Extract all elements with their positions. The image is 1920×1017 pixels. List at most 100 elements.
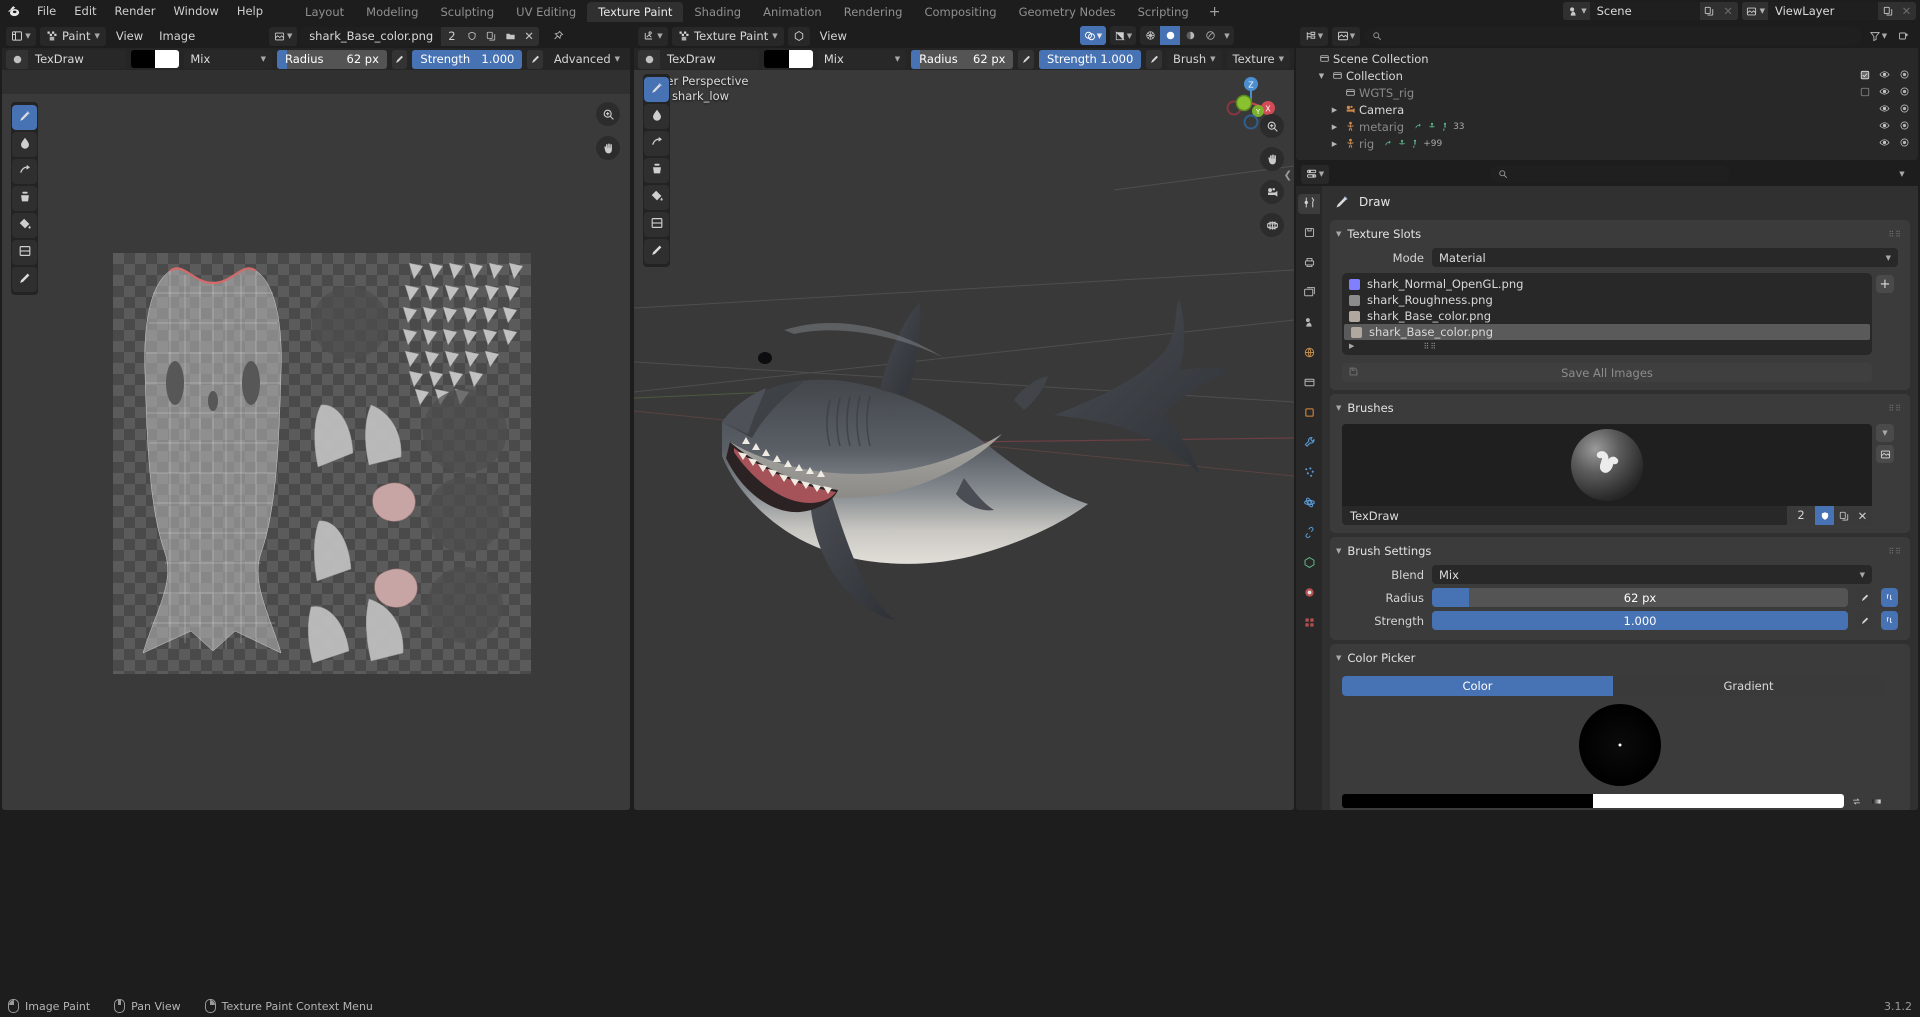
viewport-mode-selector[interactable]: Texture Paint ▼ [672, 26, 784, 46]
brush-settings-header[interactable]: ▼ Brush Settings ⠿⠿ [1330, 541, 1910, 563]
duplicate-icon[interactable] [1878, 2, 1897, 20]
shield-icon[interactable] [1815, 506, 1834, 525]
image-name[interactable]: shark_Base_color.png [301, 26, 442, 46]
color-picker-tab-gradient[interactable]: Gradient [1613, 676, 1884, 696]
workspace-tab-scripting[interactable]: Scripting [1127, 2, 1200, 22]
blend-dropdown[interactable]: Mix ▼ [1432, 565, 1872, 584]
outliner-row-camera[interactable]: ▶ Camera [1296, 101, 1918, 118]
checkbox-checked[interactable] [1860, 69, 1870, 83]
annotate-tool[interactable] [644, 239, 669, 264]
pressure-icon[interactable] [1856, 611, 1873, 630]
properties-tab-material[interactable] [1298, 584, 1320, 604]
pressure-icon[interactable] [527, 49, 543, 69]
brush-users-count[interactable]: 2 [1787, 506, 1815, 525]
properties-tab-physics[interactable] [1298, 494, 1320, 514]
pressure-icon[interactable] [1018, 49, 1035, 69]
x-icon[interactable]: ✕ [1853, 506, 1872, 525]
hand-icon[interactable] [1260, 147, 1284, 171]
soften-tool[interactable] [12, 132, 37, 157]
properties-tab-render[interactable] [1298, 224, 1320, 244]
overlays-icon[interactable]: ▼ [1080, 26, 1106, 45]
brushes-header[interactable]: ▼ Brushes ⠿⠿ [1330, 398, 1910, 420]
pressure-icon[interactable] [1146, 49, 1162, 69]
smear-tool[interactable] [12, 159, 37, 184]
blender-logo-icon[interactable] [0, 0, 28, 22]
radius-slider[interactable]: Radius 62 px [276, 49, 387, 69]
properties-tab-data[interactable] [1298, 554, 1320, 574]
falloff-icon[interactable] [1881, 588, 1898, 607]
duplicate-icon[interactable] [481, 26, 501, 46]
x-icon[interactable]: ✕ [519, 26, 539, 46]
render-visibility-icon[interactable] [1899, 137, 1910, 151]
secondary-color-swatch[interactable] [788, 50, 813, 68]
fill-tool[interactable] [12, 213, 37, 238]
brush-name[interactable]: TexDraw [1342, 509, 1787, 523]
strength-slider[interactable]: 1.000 [1432, 611, 1848, 630]
viewport-editor-type-icon[interactable]: ▼ [638, 26, 668, 46]
pin-icon[interactable] [547, 27, 569, 46]
render-visibility-icon[interactable] [1899, 103, 1910, 117]
primary-color-swatch[interactable] [764, 50, 789, 68]
workspace-tab-sculpting[interactable]: Sculpting [429, 2, 505, 22]
color-swatches[interactable] [131, 50, 180, 68]
outliner-editor-type-icon[interactable]: ▼ [1300, 26, 1328, 46]
brush-selector[interactable]: TexDraw [6, 49, 127, 69]
image-editor-menu-image[interactable]: Image [153, 27, 201, 46]
image-canvas[interactable] [2, 94, 630, 810]
texture-mode-dropdown[interactable]: Material ▼ [1432, 248, 1898, 267]
outliner-row-scene-collection[interactable]: Scene Collection [1296, 50, 1918, 67]
workspace-tab-uv-editing[interactable]: UV Editing [505, 2, 587, 22]
properties-tab-world[interactable] [1298, 344, 1320, 364]
menu-edit[interactable]: Edit [65, 0, 105, 22]
mask-tool[interactable] [644, 212, 669, 237]
texture-slot-item[interactable]: shark_Normal_OpenGL.png [1342, 276, 1872, 292]
duplicate-icon[interactable] [1699, 2, 1719, 20]
properties-tab-modifiers[interactable] [1298, 434, 1320, 454]
workspace-tab-layout[interactable]: Layout [294, 2, 355, 22]
chevron-right-icon[interactable]: ▶ [1328, 140, 1341, 148]
chevron-down-icon[interactable]: ▼ [1876, 424, 1894, 442]
clone-tool[interactable] [12, 186, 37, 211]
blend-mode-selector[interactable]: Mix ▼ [817, 49, 907, 69]
render-visibility-icon[interactable] [1899, 120, 1910, 134]
add-workspace-button[interactable]: + [1200, 2, 1230, 22]
uv-texture-preview[interactable] [113, 253, 531, 674]
visibility-eye-icon[interactable] [1879, 137, 1890, 151]
visibility-eye-icon[interactable] [1879, 120, 1890, 134]
grid-icon[interactable] [1260, 213, 1284, 237]
filter-icon[interactable]: ▼ [1866, 27, 1890, 46]
color-value-bar[interactable] [1342, 794, 1844, 808]
pressure-icon[interactable] [1856, 588, 1873, 607]
color-wheel[interactable] [1579, 704, 1661, 786]
add-texture-slot-button[interactable]: + [1876, 275, 1894, 293]
sidebar-toggle-icon[interactable]: ❮ [1284, 170, 1292, 181]
properties-tab-particles[interactable] [1298, 464, 1320, 484]
shading-solid-icon[interactable] [1160, 26, 1180, 45]
clone-tool[interactable] [644, 158, 669, 183]
new-collection-icon[interactable] [1894, 27, 1914, 46]
image-editor-menu-view[interactable]: View [110, 27, 149, 46]
smear-tool[interactable] [644, 131, 669, 156]
menu-render[interactable]: Render [106, 0, 165, 22]
advanced-menu[interactable]: Advanced ▼ [548, 50, 626, 69]
draw-tool[interactable] [644, 77, 669, 102]
outliner-row-rig[interactable]: ▶ rig +99 [1296, 135, 1918, 152]
workspace-tab-shading[interactable]: Shading [683, 2, 752, 22]
annotate-tool[interactable] [12, 267, 37, 292]
texture-slot-item[interactable]: shark_Roughness.png [1342, 292, 1872, 308]
viewport-menu-view[interactable]: View [814, 27, 853, 46]
outliner-row-collection[interactable]: ▼ Collection [1296, 67, 1918, 84]
falloff-icon[interactable] [1881, 611, 1898, 630]
render-visibility-icon[interactable] [1899, 69, 1910, 83]
visibility-eye-icon[interactable] [1879, 86, 1890, 100]
properties-options-icon[interactable]: ▼ [1891, 165, 1913, 184]
fill-tool[interactable] [644, 185, 669, 210]
properties-search-input[interactable] [1490, 165, 1730, 183]
x-icon[interactable]: ✕ [1718, 2, 1738, 20]
properties-tab-constraints[interactable] [1298, 524, 1320, 544]
properties-tab-collection[interactable] [1298, 374, 1320, 394]
image-name-field[interactable]: shark_Base_color.png 2 ✕ [301, 26, 539, 46]
workspace-tab-geometry-nodes[interactable]: Geometry Nodes [1008, 2, 1127, 22]
mask-tool[interactable] [12, 240, 37, 265]
viewlayer-selector[interactable]: ▼ ViewLayer ✕ [1741, 2, 1916, 20]
